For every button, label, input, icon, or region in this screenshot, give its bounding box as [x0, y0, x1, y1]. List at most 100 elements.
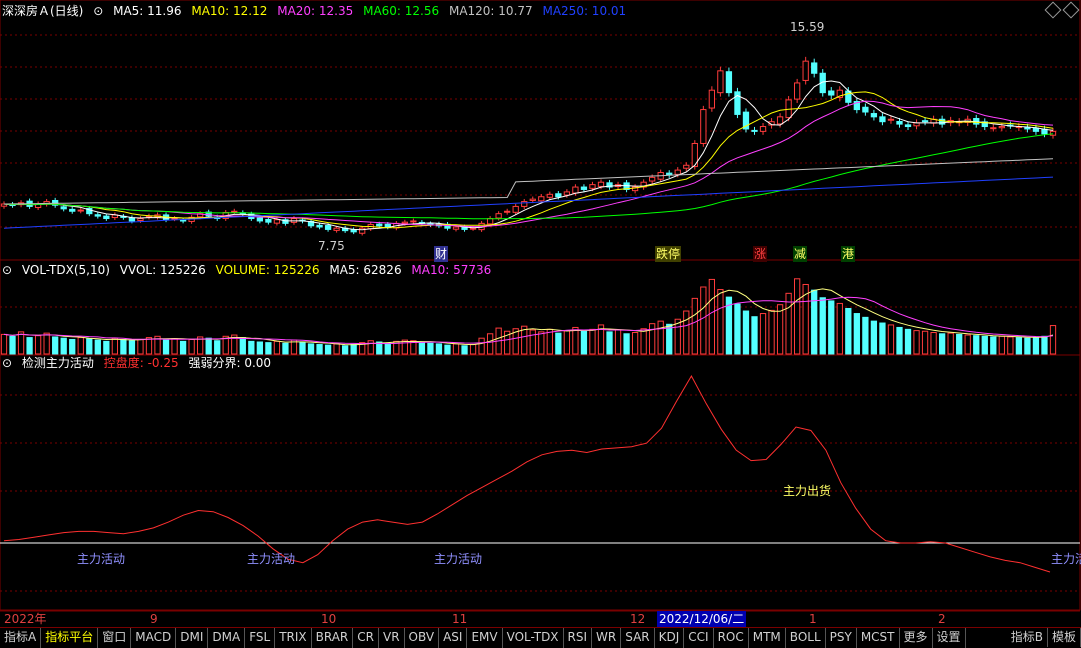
- tab-brar[interactable]: BRAR: [312, 628, 354, 648]
- volume-bar: [759, 313, 767, 355]
- volume-bar: [52, 336, 59, 355]
- volume-bar: [742, 310, 750, 355]
- volume-bar: [956, 333, 963, 355]
- signal-label-activity-3: 主力活动: [434, 552, 483, 566]
- dropdown-icon[interactable]: ⊙: [93, 4, 103, 18]
- volume-bar: [486, 333, 494, 355]
- volume-bar: [444, 344, 451, 355]
- event-tag-hk[interactable]: 港: [841, 246, 856, 262]
- tab-dma[interactable]: DMA: [208, 628, 246, 648]
- tab-macd[interactable]: MACD: [131, 628, 177, 648]
- candle-body: [521, 201, 528, 207]
- volume-bar: [60, 337, 67, 355]
- axis-month-label: 12: [630, 612, 646, 626]
- candle-body: [794, 82, 801, 100]
- candle-body: [469, 227, 477, 230]
- tab-vol-tdx[interactable]: VOL-TDX: [503, 628, 564, 648]
- candle-body: [759, 126, 767, 132]
- vol-ma10-value: MA10: 57736: [411, 263, 492, 277]
- volume-bar: [580, 330, 588, 355]
- signal-label-activity-4: 主力活: [1051, 552, 1081, 566]
- candle-body: [998, 126, 1005, 129]
- tab-vr[interactable]: VR: [379, 628, 405, 648]
- tab-dmi[interactable]: DMI: [176, 628, 209, 648]
- signal-label-activity-2: 主力活动: [247, 552, 296, 566]
- volume-bar: [913, 330, 920, 355]
- tab-psy[interactable]: PSY: [826, 628, 857, 648]
- candle-body: [316, 224, 323, 228]
- volume-bar: [708, 278, 716, 355]
- candle-body: [256, 217, 263, 222]
- volume-bar: [26, 337, 33, 355]
- volume-bar: [930, 332, 937, 355]
- candle-body: [410, 220, 417, 223]
- volume-bar: [538, 331, 545, 355]
- candle-body: [529, 198, 536, 201]
- tab-right-模板[interactable]: 模板: [1048, 628, 1081, 647]
- volume-bar: [623, 333, 630, 355]
- volume-bar: [461, 345, 468, 355]
- tab-boll[interactable]: BOLL: [786, 628, 826, 648]
- tab-kdj[interactable]: KDJ: [655, 628, 685, 648]
- tab-wr[interactable]: WR: [592, 628, 622, 648]
- volume-bar: [981, 335, 988, 355]
- tab-更多[interactable]: 更多: [900, 628, 933, 648]
- tab-设置[interactable]: 设置: [933, 628, 966, 648]
- candle-body: [555, 193, 562, 198]
- tab-emv[interactable]: EMV: [467, 628, 503, 648]
- volume-bar: [307, 343, 315, 355]
- candle-body: [589, 184, 596, 189]
- candle-body: [708, 89, 716, 109]
- tab-窗口[interactable]: 窗口: [98, 628, 132, 648]
- tab-指标a[interactable]: 指标A: [0, 628, 42, 648]
- volume-bar: [418, 342, 426, 355]
- candle-body: [904, 124, 912, 128]
- volume-bar: [811, 289, 818, 355]
- volume-bar: [171, 338, 178, 355]
- candle-body: [512, 205, 519, 213]
- volume-dropdown-icon[interactable]: ⊙: [2, 263, 12, 277]
- volume-bar: [478, 337, 485, 355]
- volume-bar: [239, 337, 246, 355]
- tab-mcst[interactable]: MCST: [857, 628, 900, 648]
- event-tag-financial[interactable]: 财: [434, 246, 449, 262]
- candle-body: [495, 213, 502, 219]
- tab-mtm[interactable]: MTM: [749, 628, 786, 648]
- tab-trix[interactable]: TRIX: [275, 628, 312, 648]
- volume-bar: [214, 340, 221, 355]
- volume-bar: [964, 334, 971, 355]
- event-tag-reduce[interactable]: 减: [793, 246, 808, 262]
- candle-body: [1032, 127, 1040, 132]
- chart-frame: [0, 0, 1081, 611]
- tab-cci[interactable]: CCI: [684, 628, 714, 648]
- axis-month-label: 11: [452, 612, 468, 626]
- tab-roc[interactable]: ROC: [714, 628, 749, 648]
- candle-body: [649, 176, 656, 182]
- tab-指标平台[interactable]: 指标平台: [41, 628, 99, 648]
- tab-asi[interactable]: ASI: [439, 628, 468, 648]
- tab-cr[interactable]: CR: [353, 628, 379, 648]
- candle-body: [597, 181, 605, 187]
- candle-body: [776, 116, 784, 125]
- tab-obv[interactable]: OBV: [405, 628, 440, 648]
- volume-bar: [103, 340, 110, 355]
- tab-right-指标B[interactable]: 指标B: [1007, 628, 1048, 647]
- volume-bar: [162, 339, 170, 355]
- ma250-value: MA250: 10.01: [542, 4, 627, 18]
- control-degree-value: 控盘度: -0.25: [103, 356, 179, 370]
- volume-bar: [776, 304, 784, 355]
- tab-sar[interactable]: SAR: [621, 628, 655, 648]
- event-tag-rise[interactable]: 涨: [753, 246, 768, 262]
- vvol-value: VVOL: 125226: [119, 263, 206, 277]
- kline-chart-area[interactable]: [0, 0, 1081, 627]
- candle-body: [879, 116, 886, 123]
- ma10-value: MA10: 12.12: [191, 4, 268, 18]
- indicator-dropdown-icon[interactable]: ⊙: [2, 356, 12, 370]
- volume-ma10-line: [3, 296, 1054, 345]
- candle-body: [811, 62, 818, 74]
- tab-fsl[interactable]: FSL: [245, 628, 276, 648]
- volume-bar: [384, 342, 391, 355]
- event-tag-limit-down[interactable]: 跌停: [655, 246, 682, 262]
- indicator-name: 检测主力活动: [21, 356, 94, 370]
- tab-rsi[interactable]: RSI: [564, 628, 593, 648]
